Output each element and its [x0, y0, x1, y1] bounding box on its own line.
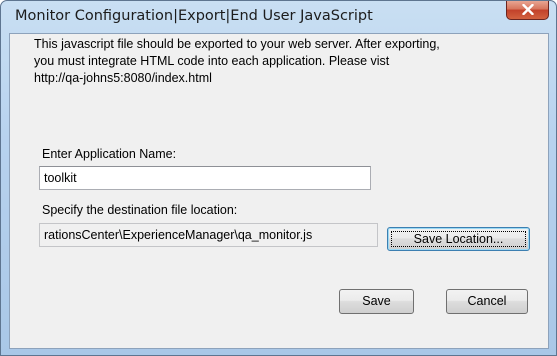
info-message: This javascript file should be exported … [34, 36, 544, 87]
app-name-label: Enter Application Name: [42, 147, 177, 161]
dialog-window: Monitor Configuration|Export|End User Ja… [0, 0, 557, 356]
close-icon [522, 4, 534, 15]
save-location-label: Save Location... [413, 232, 504, 246]
cancel-button[interactable]: Cancel [446, 289, 528, 314]
save-button[interactable]: Save [339, 289, 414, 314]
destination-path-field[interactable]: rationsCenter\ExperienceManager\qa_monit… [39, 223, 378, 247]
title-bar[interactable]: Monitor Configuration|Export|End User Ja… [1, 1, 556, 35]
window-title: Monitor Configuration|Export|End User Ja… [15, 8, 373, 24]
destination-label: Specify the destination file location: [42, 203, 238, 217]
message-line: http://qa-johns5:8080/index.html [34, 71, 212, 85]
cancel-button-label: Cancel [467, 294, 507, 308]
save-button-label: Save [362, 294, 391, 308]
message-line: This javascript file should be exported … [34, 37, 440, 51]
close-button[interactable] [506, 1, 549, 20]
message-line: you must integrate HTML code into each a… [34, 54, 390, 68]
app-name-input[interactable]: toolkit [39, 166, 371, 190]
save-location-button[interactable]: Save Location... [387, 227, 530, 251]
